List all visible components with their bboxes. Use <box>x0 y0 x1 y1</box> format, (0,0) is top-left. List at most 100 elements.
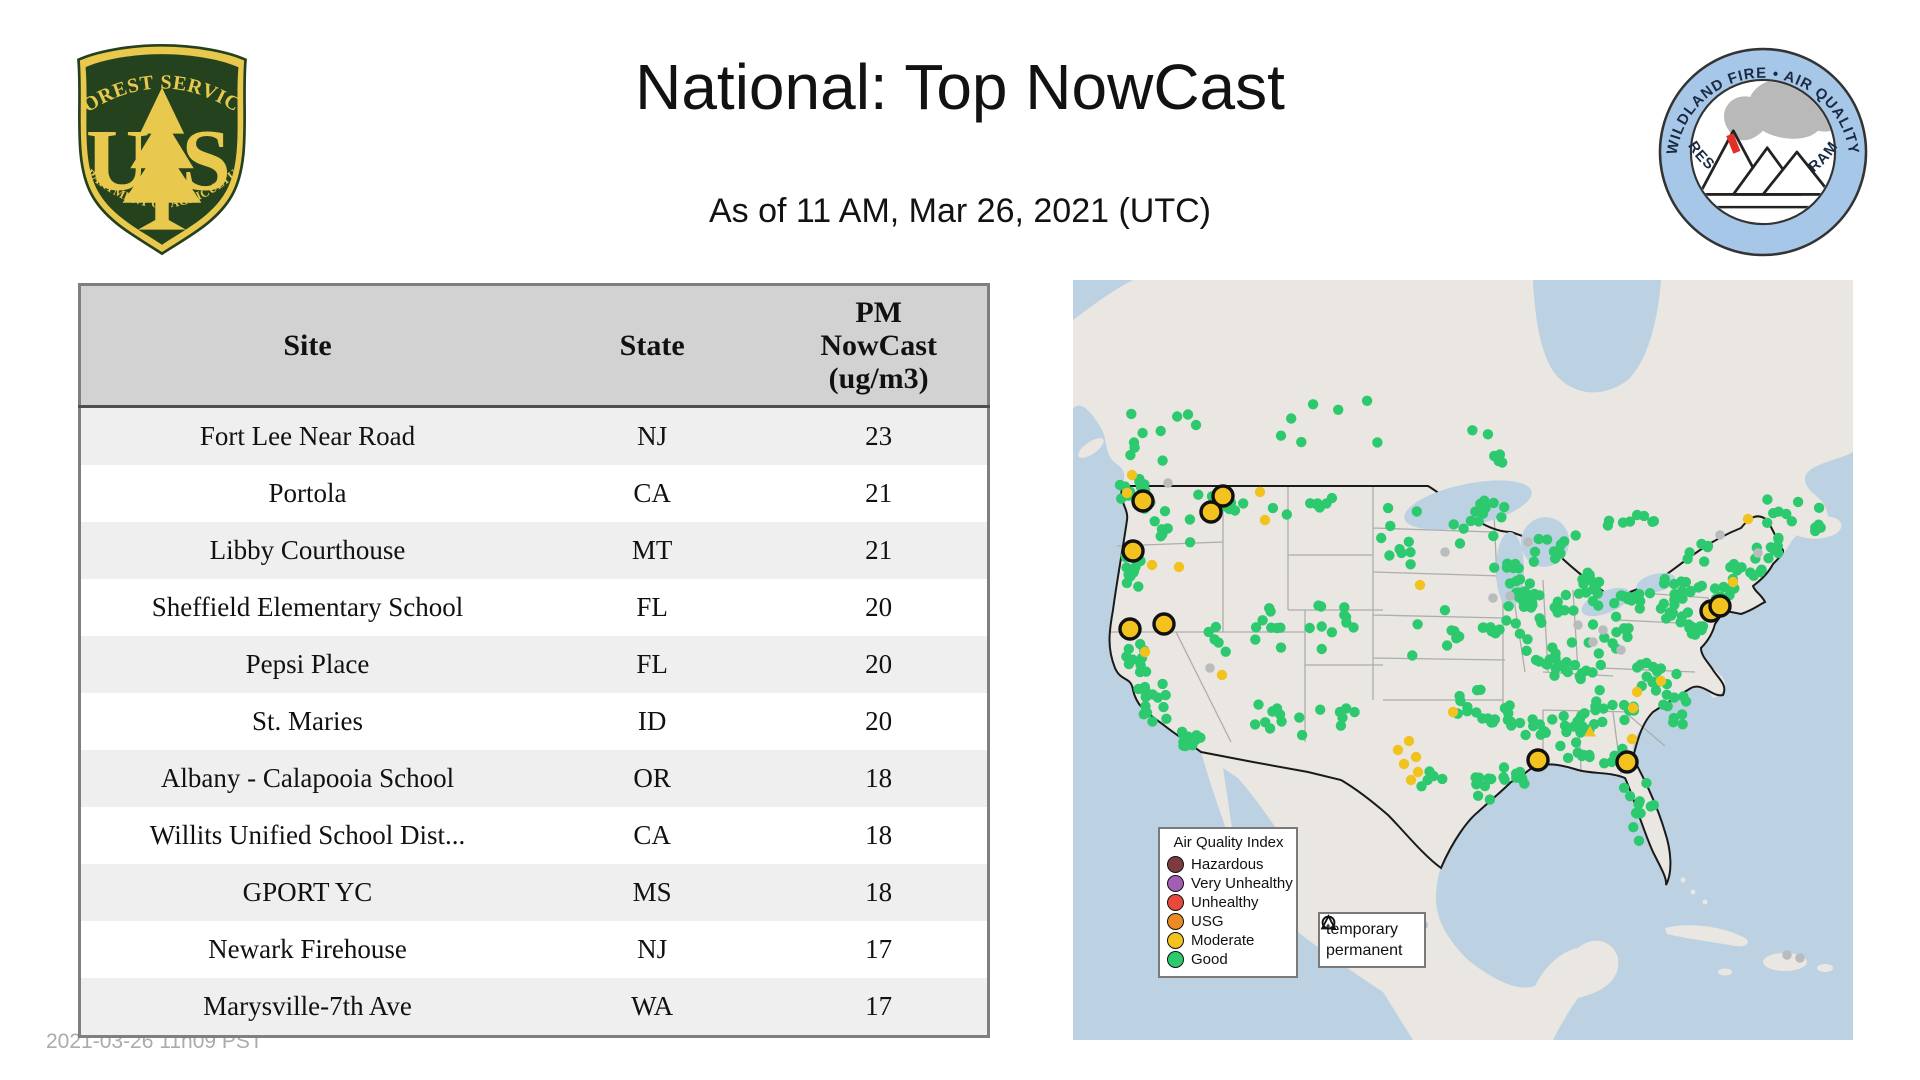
monitor-dot-good <box>1570 530 1581 541</box>
aqi-legend-item: Very Unhealthy <box>1167 874 1293 893</box>
monitor-dot-moderate <box>1727 576 1739 588</box>
top-site-marker <box>1118 617 1142 641</box>
table-row: Newark Firehouse NJ 17 <box>79 921 989 978</box>
monitor-dot-good <box>1152 692 1163 703</box>
monitor-dot-good <box>1648 799 1659 811</box>
monitor-dot-good <box>1140 701 1151 712</box>
monitor-dot-good <box>1499 703 1511 714</box>
monitor-dot-good <box>1490 628 1501 639</box>
monitor-dot-good <box>1454 631 1465 642</box>
table-row: Albany - Calapooia School OR 18 <box>79 750 989 807</box>
monitor-dot-good <box>1624 791 1636 802</box>
monitor-dot-good <box>1514 574 1526 585</box>
monitor-dot-moderate <box>1403 735 1415 747</box>
monitor-dot-good <box>1635 659 1646 670</box>
cell-value: 20 <box>770 579 989 636</box>
monitor-dot-good <box>1267 502 1279 514</box>
monitor-dot-good <box>1307 399 1319 410</box>
monitor-dot-good <box>1676 576 1687 587</box>
monitor-dot-good <box>1448 519 1459 530</box>
cell-value: 21 <box>770 465 989 522</box>
monitor-dot-good <box>1602 520 1614 531</box>
monitor-dot-good <box>1668 717 1679 728</box>
cell-site: Sheffield Elementary School <box>79 579 534 636</box>
cell-state: CA <box>534 807 771 864</box>
monitor-dot-moderate <box>1412 766 1424 778</box>
monitor-dot-good <box>1568 721 1579 732</box>
monitor-dot-good <box>1407 650 1418 661</box>
monitor-dot-good <box>1126 408 1137 420</box>
monitor-dot-good <box>1499 501 1510 513</box>
monitor-dot-good <box>1579 708 1590 719</box>
monitor-dot-good <box>1157 529 1168 540</box>
monitor-dot-good <box>1376 532 1387 544</box>
monitor-dot-good <box>1384 550 1395 561</box>
aqi-color-dot-icon <box>1167 856 1184 873</box>
monitor-dot-good <box>1569 659 1581 671</box>
cell-state: FL <box>534 636 771 693</box>
monitor-dot-good <box>1441 640 1453 651</box>
monitor-dot-good <box>1552 602 1563 613</box>
monitor-dot-moderate <box>1742 513 1754 525</box>
monitor-dot-good <box>1159 506 1171 517</box>
monitor-dot-good <box>1486 717 1497 728</box>
table-body: Fort Lee Near Road NJ 23 Portola CA 21 Libby C… <box>79 406 989 1037</box>
monitor-dot-moderate <box>1216 669 1228 681</box>
monitor-dot-good <box>1296 436 1307 448</box>
monitor-dot-good <box>1264 723 1276 734</box>
monitor-dot-good <box>1555 740 1566 752</box>
monitor-dot-nodata <box>1440 547 1450 557</box>
monitor-dot-good <box>1515 773 1527 784</box>
aqi-legend-label: Hazardous <box>1191 856 1264 873</box>
cell-site: GPORT YC <box>79 864 534 921</box>
monitor-dot-good <box>1405 547 1416 558</box>
monitor-dot-moderate <box>1447 706 1459 718</box>
monitor-dot-good <box>1658 699 1669 710</box>
top-site-marker <box>1615 750 1639 774</box>
aqi-legend-items: Hazardous Very Unhealthy Unhealthy USG Moder… <box>1167 855 1293 969</box>
monitor-dot-good <box>1333 404 1344 415</box>
site-type-label: permanent <box>1326 941 1403 959</box>
monitor-dot-good <box>1618 699 1630 711</box>
monitor-dot-good <box>1534 719 1545 730</box>
monitor-dot-good <box>1813 502 1825 513</box>
monitor-dot-moderate <box>1146 559 1158 571</box>
monitor-dot-good <box>1229 505 1241 516</box>
monitor-dot-good <box>1340 612 1352 623</box>
monitor-dot-good <box>1508 560 1519 571</box>
monitor-dot-good <box>1566 637 1578 648</box>
monitor-dot-good <box>1595 659 1606 671</box>
monitor-dot-good <box>1587 619 1599 630</box>
monitor-dot-good <box>1590 705 1601 716</box>
monitor-dot-good <box>1483 773 1494 784</box>
monitor-dot-good <box>1489 450 1500 462</box>
monitor-dot-good <box>1498 772 1509 783</box>
monitor-dot-good <box>1372 437 1383 448</box>
monitor-dot-good <box>1385 520 1396 532</box>
monitor-dot-good <box>1684 547 1695 558</box>
monitor-dot-good <box>1121 562 1132 573</box>
cell-value: 20 <box>770 693 989 750</box>
monitor-dot-good <box>1437 773 1448 785</box>
monitor-dot-good <box>1504 578 1516 589</box>
monitor-dot-good <box>1304 622 1315 634</box>
aqi-legend-item: Moderate <box>1167 931 1290 950</box>
monitor-dot-good <box>1193 489 1204 500</box>
monitor-dot-good <box>1271 622 1283 634</box>
table-row: Libby Courthouse MT 21 <box>79 522 989 579</box>
monitor-dot-good <box>1475 684 1486 695</box>
monitor-dot-good <box>1382 502 1394 514</box>
monitor-dot-good <box>1313 600 1324 611</box>
cell-state: NJ <box>534 921 771 978</box>
monitor-dot-good <box>1471 779 1482 790</box>
monitor-dot-good <box>1158 701 1169 713</box>
monitor-dot-nodata <box>1163 478 1173 488</box>
cell-state: NJ <box>534 406 771 465</box>
monitor-dot-good <box>1482 429 1494 440</box>
cell-site: Newark Firehouse <box>79 921 534 978</box>
monitor-dot-good <box>1349 706 1360 718</box>
table-row: Sheffield Elementary School FL 20 <box>79 579 989 636</box>
monitor-dot-good <box>1316 643 1327 655</box>
col-header-pm-nowcast: PM NowCast (ug/m3) <box>770 284 989 408</box>
monitor-dot-good <box>1762 517 1773 528</box>
